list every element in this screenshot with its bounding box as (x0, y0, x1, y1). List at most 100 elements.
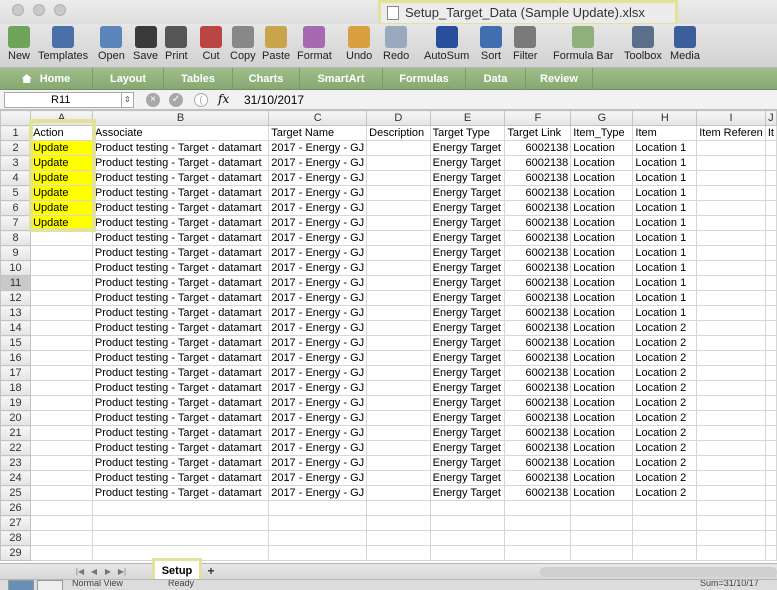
cell[interactable] (764, 215, 777, 231)
cell[interactable] (764, 335, 777, 351)
cell[interactable] (30, 410, 93, 426)
cell[interactable]: Location (570, 395, 634, 411)
cell[interactable]: Product testing - Target - datamart (91, 485, 270, 501)
cell[interactable] (366, 335, 431, 351)
row-header[interactable]: 21 (0, 425, 32, 441)
cell[interactable]: 2017 - Energy - GJ (268, 365, 368, 381)
cell[interactable] (30, 440, 93, 456)
cell[interactable]: 2017 - Energy - GJ (268, 245, 368, 261)
cell[interactable]: Location 2 (632, 485, 698, 501)
cell[interactable]: Energy Target (429, 305, 506, 321)
cell[interactable]: Location 2 (632, 350, 698, 366)
cell[interactable] (764, 305, 777, 321)
cell[interactable] (366, 230, 431, 246)
name-box[interactable]: R11 ⇕ (4, 92, 134, 108)
cell[interactable] (91, 530, 270, 546)
cell[interactable]: Location (570, 485, 634, 501)
cell[interactable]: Product testing - Target - datamart (91, 365, 270, 381)
cell[interactable]: Location 2 (632, 425, 698, 441)
cell[interactable]: Location 2 (632, 380, 698, 396)
cell[interactable]: Location (570, 320, 634, 336)
cell[interactable]: 2017 - Energy - GJ (268, 335, 368, 351)
row-header[interactable]: 28 (0, 530, 32, 546)
cell[interactable] (696, 155, 766, 171)
cell[interactable] (764, 425, 777, 441)
cell[interactable] (696, 305, 766, 321)
last-sheet-icon[interactable]: ▶| (116, 566, 128, 577)
cell[interactable]: 2017 - Energy - GJ (268, 185, 368, 201)
toolbar-redo-button[interactable]: Redo (383, 26, 409, 62)
cell[interactable]: 2017 - Energy - GJ (268, 230, 368, 246)
cell[interactable]: Product testing - Target - datamart (91, 320, 270, 336)
cell[interactable] (696, 440, 766, 456)
cell[interactable]: Location (570, 140, 634, 156)
cell[interactable] (366, 515, 431, 531)
row-header[interactable]: 19 (0, 395, 32, 411)
column-header-g[interactable]: G (570, 110, 634, 126)
cell[interactable] (764, 320, 777, 336)
cell[interactable] (30, 530, 93, 546)
cell[interactable] (30, 365, 93, 381)
cell[interactable]: Location (570, 260, 634, 276)
row-header[interactable]: 9 (0, 245, 32, 261)
toolbar-toolbox-button[interactable]: Toolbox (624, 26, 662, 62)
cell[interactable]: Energy Target (429, 200, 506, 216)
cell[interactable]: 6002138 (504, 200, 572, 216)
cell[interactable]: Location 1 (632, 215, 698, 231)
row-header[interactable]: 20 (0, 410, 32, 426)
column-header-e[interactable]: E (429, 110, 506, 126)
cell[interactable]: 2017 - Energy - GJ (268, 320, 368, 336)
cell[interactable] (764, 155, 777, 171)
add-sheet-button[interactable]: + (204, 565, 218, 578)
cell[interactable]: Location (570, 335, 634, 351)
cell[interactable] (504, 500, 572, 516)
cell[interactable]: Product testing - Target - datamart (91, 245, 270, 261)
header-cell[interactable]: Target Link (504, 125, 572, 141)
toolbar-paste-button[interactable]: Paste (262, 26, 290, 62)
cell[interactable]: Update (30, 170, 93, 186)
fx-label[interactable]: fx (218, 92, 229, 106)
cell[interactable] (504, 530, 572, 546)
cell[interactable] (366, 455, 431, 471)
cell[interactable]: Location 1 (632, 155, 698, 171)
name-box-stepper-icon[interactable]: ⇕ (121, 93, 133, 107)
ribbon-tab-formulas[interactable]: Formulas (383, 68, 466, 90)
cell[interactable]: Location 2 (632, 440, 698, 456)
cell[interactable]: 6002138 (504, 425, 572, 441)
cell[interactable]: Update (30, 215, 93, 231)
cell[interactable]: 6002138 (504, 320, 572, 336)
ribbon-tab-review[interactable]: Review (526, 68, 593, 90)
header-cell[interactable]: Target Type (429, 125, 506, 141)
row-header[interactable]: 7 (0, 215, 32, 231)
row-header[interactable]: 15 (0, 335, 32, 351)
cell[interactable] (696, 320, 766, 336)
column-header-d[interactable]: D (366, 110, 431, 126)
cell[interactable]: Location 1 (632, 305, 698, 321)
cell[interactable] (366, 545, 431, 561)
cell[interactable]: 2017 - Energy - GJ (268, 470, 368, 486)
page-layout-view-button[interactable] (37, 580, 63, 590)
cell[interactable] (764, 455, 777, 471)
cell[interactable] (570, 515, 634, 531)
column-header-i[interactable]: I (696, 110, 766, 126)
cell[interactable] (696, 230, 766, 246)
cell[interactable] (696, 335, 766, 351)
cell[interactable]: Location (570, 290, 634, 306)
row-header[interactable]: 27 (0, 515, 32, 531)
cell[interactable] (429, 515, 506, 531)
cell[interactable] (764, 410, 777, 426)
cell[interactable] (764, 275, 777, 291)
cell[interactable]: 6002138 (504, 275, 572, 291)
cell[interactable]: 2017 - Energy - GJ (268, 455, 368, 471)
toolbar-templates-button[interactable]: Templates (38, 26, 88, 62)
cell[interactable] (764, 140, 777, 156)
toolbar-save-button[interactable]: Save (133, 26, 158, 62)
cell[interactable]: Location 1 (632, 200, 698, 216)
select-all-corner[interactable] (0, 110, 32, 126)
cell[interactable]: Location (570, 350, 634, 366)
cell[interactable]: Location 2 (632, 455, 698, 471)
cell[interactable]: Energy Target (429, 425, 506, 441)
toolbar-format-button[interactable]: Format (297, 26, 332, 62)
cell[interactable]: Update (30, 155, 93, 171)
cell[interactable]: Product testing - Target - datamart (91, 380, 270, 396)
